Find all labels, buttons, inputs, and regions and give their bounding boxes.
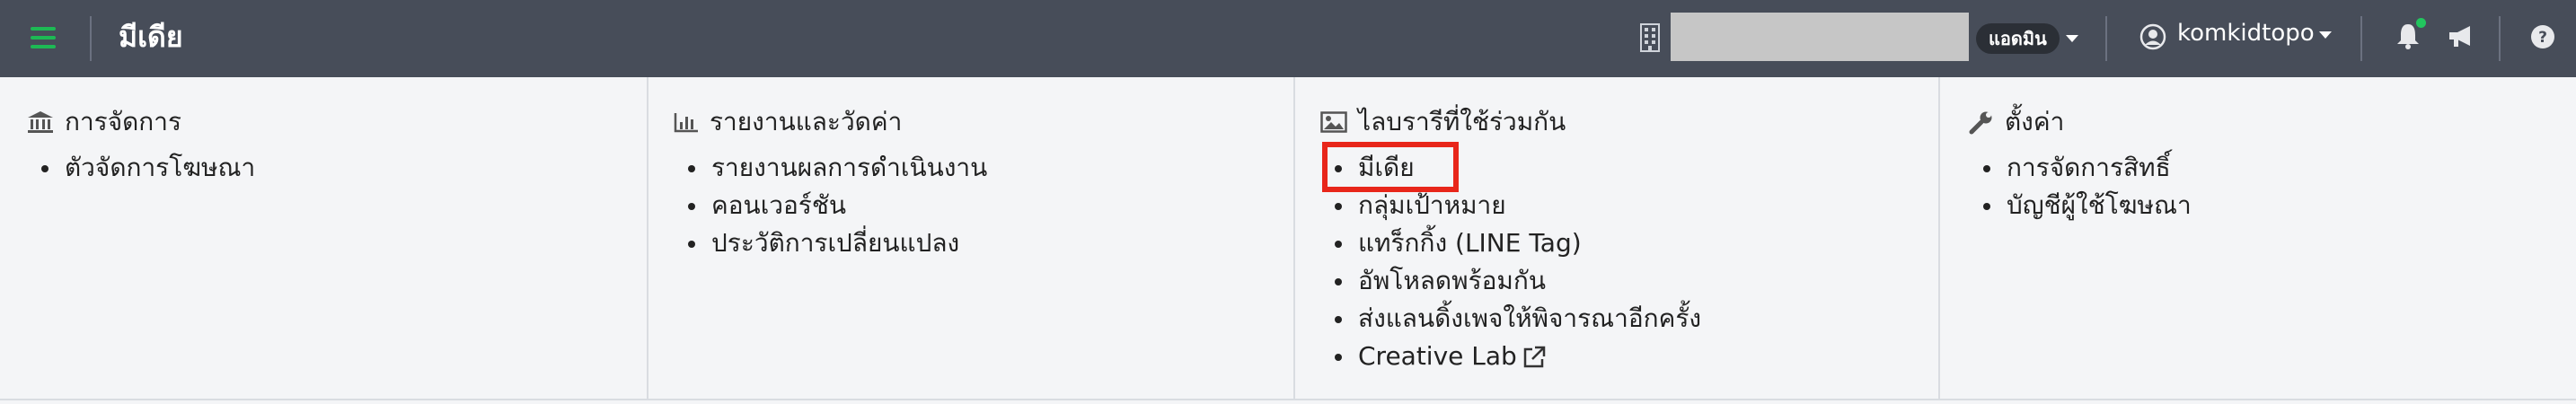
menu-item-performance-report[interactable]: รายงานผลการดำเนินงาน	[684, 149, 987, 187]
divider	[2499, 16, 2501, 61]
section-header-reports: รายงานและวัดค่า	[674, 102, 902, 142]
menu-item-line-tag[interactable]: แทร็กกิ้ง (LINE Tag)	[1331, 224, 1701, 262]
question-circle-icon[interactable]: ?	[2529, 23, 2556, 50]
menu-item-conversion[interactable]: คอนเวอร์ชัน	[684, 187, 987, 224]
menu-item-bulk-upload[interactable]: อัพโหลดพร้อมกัน	[1331, 262, 1701, 300]
image-icon	[1320, 111, 1347, 133]
bank-icon	[28, 111, 53, 133]
highlight-box	[1322, 142, 1459, 192]
username[interactable]: komkidtopo	[2177, 20, 2315, 47]
megaphone-icon[interactable]	[2447, 23, 2475, 48]
page-title: มีเดีย	[119, 20, 183, 54]
menu-item-permission-management[interactable]: การจัดการสิทธิ์	[1980, 149, 2192, 187]
section-title: รายงานและวัดค่า	[710, 107, 903, 136]
menu-item-ads-manager[interactable]: ตัวจัดการโฆษณา	[38, 149, 255, 187]
user-circle-icon[interactable]	[2139, 23, 2166, 50]
role-badge: แอดมิน	[1976, 23, 2060, 54]
section-title: ตั้งค่า	[2005, 107, 2065, 136]
chevron-down-icon[interactable]	[2319, 31, 2332, 39]
chevron-down-icon[interactable]	[2066, 35, 2078, 42]
bar-chart-icon	[674, 113, 698, 133]
account-selector[interactable]	[1671, 13, 1969, 61]
menu-item-creative-lab[interactable]: Creative Lab	[1331, 338, 1701, 375]
divider	[90, 16, 92, 61]
menu-column-library: ไลบรารีที่ใช้ร่วมกัน มีเดีย กลุ่มเป้าหมา…	[1295, 77, 1940, 399]
menu-item-landing-page-review[interactable]: ส่งแลนดิ้งเพจให้พิจารณาอีกครั้ง	[1331, 300, 1701, 338]
section-title: ไลบรารีที่ใช้ร่วมกัน	[1358, 107, 1566, 136]
notification-dot	[2416, 18, 2426, 28]
menu-column-settings: ตั้งค่า การจัดการสิทธิ์ บัญชีผู้ใช้โฆษณา	[1940, 77, 2576, 399]
section-header-library: ไลบรารีที่ใช้ร่วมกัน	[1320, 102, 1566, 142]
wrench-icon	[1969, 111, 1992, 135]
section-title: การจัดการ	[65, 107, 182, 136]
hamburger-icon[interactable]	[31, 27, 56, 48]
divider	[2360, 16, 2362, 61]
creative-lab-label: Creative Lab	[1358, 341, 1517, 371]
top-navbar: มีเดีย แอดมิน komkidtopo ?	[0, 0, 2576, 77]
menu-column-reports: รายงานและวัดค่า รายงานผลการดำเนินงาน คอน…	[648, 77, 1295, 399]
menu-item-ad-accounts[interactable]: บัญชีผู้ใช้โฆษณา	[1980, 187, 2192, 224]
menu-item-audience[interactable]: กลุ่มเป้าหมาย	[1331, 187, 1701, 224]
menu-item-change-history[interactable]: ประวัติการเปลี่ยนแปลง	[684, 224, 987, 262]
building-icon	[1640, 23, 1660, 52]
divider	[2105, 16, 2107, 61]
external-link-icon	[1523, 346, 1546, 368]
menu-column-management: การจัดการ ตัวจัดการโฆษณา	[0, 77, 648, 399]
mega-menu-panel: การจัดการ ตัวจัดการโฆษณา รายงานและวัดค่า…	[0, 77, 2576, 400]
section-header-management: การจัดการ	[27, 102, 181, 142]
section-header-settings: ตั้งค่า	[1969, 102, 2064, 142]
svg-text:?: ?	[2538, 29, 2547, 47]
